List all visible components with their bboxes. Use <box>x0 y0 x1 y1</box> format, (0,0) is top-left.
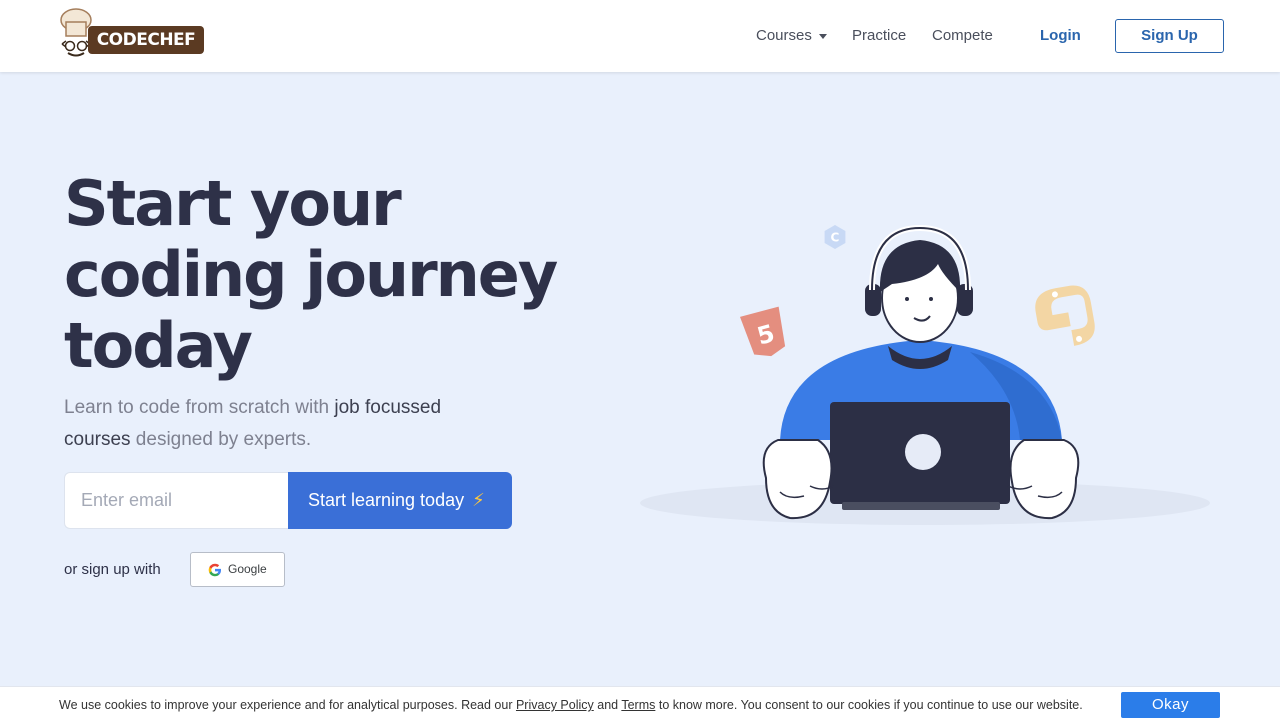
hero-illustration: C 5 <box>640 224 1210 525</box>
logo-text: CODECHEF <box>88 26 204 54</box>
python-icon <box>1035 285 1095 346</box>
start-learning-button[interactable]: Start learning today ⚡ <box>288 472 512 529</box>
nav-courses-label: Courses <box>756 27 812 44</box>
caret-down-icon <box>818 33 827 39</box>
signup-button[interactable]: Sign Up <box>1115 19 1224 53</box>
nav-courses[interactable]: Courses <box>756 0 827 72</box>
google-icon <box>208 563 221 577</box>
nav-compete[interactable]: Compete <box>932 0 993 72</box>
nav-practice[interactable]: Practice <box>852 0 906 72</box>
google-label: Google <box>228 562 267 576</box>
laptop <box>830 402 1010 510</box>
login-link[interactable]: Login <box>1040 0 1081 72</box>
cookie-message: We use cookies to improve your experienc… <box>59 698 1083 712</box>
codechef-logo[interactable]: CODECHEF <box>58 8 208 58</box>
email-input[interactable] <box>64 472 290 529</box>
site-header: CODECHEF Courses Practice Compete Login … <box>0 0 1280 72</box>
terms-link[interactable]: Terms <box>621 698 655 712</box>
person-head <box>865 224 973 343</box>
lightning-bolt-icon: ⚡ <box>472 490 485 510</box>
svg-text:C: C <box>831 231 840 245</box>
hero-title-line-3: today <box>64 309 253 382</box>
hero-subtitle: Learn to code from scratch with job focu… <box>64 397 442 450</box>
hero-title: Start your coding journey today <box>64 168 584 381</box>
privacy-policy-link[interactable]: Privacy Policy <box>516 698 594 712</box>
cplusplus-icon: C <box>824 225 846 249</box>
hero-title-line-1: Start your <box>64 167 402 240</box>
or-signup-label: or sign up with <box>64 561 161 578</box>
google-signup-button[interactable]: Google <box>190 552 285 587</box>
hero-title-line-2: coding journey <box>64 238 558 311</box>
html5-icon: 5 <box>739 306 786 357</box>
cookie-banner: We use cookies to improve your experienc… <box>0 686 1280 720</box>
cookie-okay-button[interactable]: Okay <box>1121 692 1220 718</box>
start-learning-label: Start learning today <box>308 490 465 510</box>
